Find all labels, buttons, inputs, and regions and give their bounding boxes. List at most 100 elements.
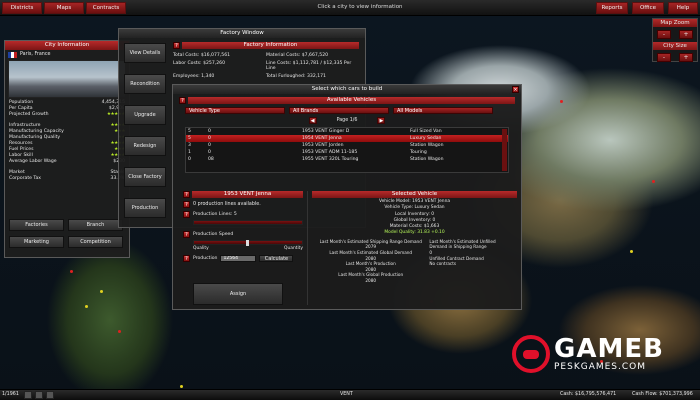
city-marker[interactable] (560, 100, 563, 103)
zoom-out-button[interactable]: - (657, 30, 671, 39)
close-icon[interactable]: × (512, 86, 519, 93)
quality-label: Quality (193, 246, 209, 251)
city-marker[interactable] (652, 180, 655, 183)
factory-info-title: Factory Information (182, 42, 359, 49)
vehicle-type-select[interactable]: Vehicle Type (185, 107, 285, 114)
labor-costs: Labor Costs: $257,260 (173, 61, 225, 66)
city-size-title: City Size (653, 42, 697, 50)
gamepad-logo-icon (512, 335, 550, 373)
zoom-in-button[interactable]: + (679, 30, 693, 39)
city-skyline-image (8, 60, 126, 98)
production-lines-label: Production Lines: 5 (193, 212, 237, 217)
watermark-brand: GAMEB (554, 334, 664, 364)
help-icon[interactable]: ? (183, 255, 190, 262)
contracts-button[interactable]: Contracts (86, 2, 126, 14)
company-name: VENT (340, 392, 353, 397)
city-marker[interactable] (100, 290, 103, 293)
recondition-button[interactable]: Recondition (124, 74, 166, 94)
branch-button[interactable]: Branch (68, 219, 123, 231)
speed-normal-icon[interactable] (35, 391, 43, 399)
help-icon[interactable]: ? (179, 97, 186, 104)
redesign-button[interactable]: Redesign (124, 136, 166, 156)
city-marker[interactable] (85, 305, 88, 308)
help-icon[interactable]: ? (183, 201, 190, 208)
slider-handle[interactable] (245, 240, 249, 246)
material-costs: Material Costs: $7,667,520 (266, 53, 329, 58)
maps-button[interactable]: Maps (44, 2, 84, 14)
model-quality: Model Quality: 31.83 +0.10 (384, 230, 445, 236)
speed-fast-icon[interactable] (46, 391, 54, 399)
factories-button[interactable]: Factories (9, 219, 64, 231)
total-costs: Total Costs: $16,077,561 (173, 53, 231, 58)
global-production-value: 2080 (365, 277, 377, 283)
production-section: ? 1953 VENT Jenna ? 0 production lines a… (183, 191, 303, 305)
production-speed-slider[interactable] (193, 240, 303, 246)
city-size-up-button[interactable]: + (679, 53, 693, 62)
table-row[interactable]: 1 0 1953 VENT ADM 11-185 Touring (186, 149, 508, 156)
watermark: GAMEB PESKGAMES.COM (512, 335, 664, 373)
table-row[interactable]: 3 0 1953 VENT Jorden Station Wagon (186, 142, 508, 149)
city-size-down-button[interactable]: - (657, 53, 671, 62)
competition-button[interactable]: Competition (68, 236, 123, 248)
line-costs: Line Costs: $1,112,781 / $12,335 Per Lin… (266, 61, 352, 71)
city-marker[interactable] (118, 330, 121, 333)
page-indicator: Page 1/6 (336, 118, 358, 123)
brand-select[interactable]: All Brands (289, 107, 389, 114)
assign-button[interactable]: Assign (193, 283, 283, 305)
districts-button[interactable]: Districts (2, 2, 42, 14)
model-select[interactable]: All Models (393, 107, 493, 114)
top-bar: Districts Maps Contracts Click a city to… (0, 0, 700, 16)
city-marker[interactable] (630, 250, 633, 253)
available-vehicles-title: Available Vehicles (188, 97, 515, 104)
cash-flow-display: Cash Flow: $701,373,996 (632, 392, 693, 397)
help-icon[interactable]: ? (183, 191, 190, 198)
select-cars-title: Select which cars to build × (173, 85, 521, 94)
help-icon[interactable]: ? (183, 211, 190, 218)
close-factory-button[interactable]: Close Factory (124, 167, 166, 187)
global-demand-label: Last Month's Estimated Global Demand (329, 249, 413, 255)
city-info-title: City Information (5, 41, 129, 50)
office-button[interactable]: Office (632, 2, 664, 14)
speed-pause-icon[interactable] (24, 391, 32, 399)
city-name: Paris, France (20, 52, 51, 57)
map-zoom-panel: Map Zoom - + City Size - + (652, 18, 698, 62)
reports-button[interactable]: Reports (596, 2, 628, 14)
flag-icon (8, 51, 17, 58)
production-lines-slider[interactable] (193, 220, 303, 225)
corporate-tax-row: Corporate Tax33.0% (9, 176, 125, 181)
city-marker[interactable] (180, 385, 183, 388)
production-lines-available: 0 production lines available. (193, 202, 261, 207)
view-details-button[interactable]: View Details (124, 43, 166, 63)
quantity-label: Quantity (284, 246, 303, 251)
prev-page-button[interactable]: ◀ (308, 117, 317, 124)
cash-display: Cash: $16,795,576,471 (560, 392, 617, 397)
table-scrollbar[interactable] (502, 129, 507, 171)
calculate-button[interactable]: Calculate (259, 255, 294, 262)
game-date: 1/1961 (2, 392, 19, 397)
unfilled-contract-value: No contracts (429, 261, 457, 267)
table-row-selected[interactable]: 5 0 1954 VENT Jenna Luxury Sedan (186, 135, 508, 142)
table-row[interactable]: 5 0 1953 VENT Ginger D Full Sized Van (186, 128, 508, 135)
city-info-panel: City Information Paris, France Populatio… (4, 40, 130, 258)
help-icon[interactable]: ? (183, 231, 190, 238)
total-furloughed: Total Furloughed: 332,171 (266, 74, 326, 79)
upgrade-button[interactable]: Upgrade (124, 105, 166, 125)
selected-model-title: 1953 VENT Jenna (192, 191, 303, 198)
production-button[interactable]: Production (124, 198, 166, 218)
factory-window-title: Factory Window (119, 29, 365, 38)
production-label: Production (193, 256, 218, 261)
help-icon[interactable]: ? (173, 42, 180, 49)
production-speed-label: Production Speed (193, 232, 234, 237)
help-button[interactable]: Help (668, 2, 698, 14)
production-input[interactable] (220, 255, 257, 262)
next-page-button[interactable]: ▶ (377, 117, 386, 124)
marketing-button[interactable]: Marketing (9, 236, 64, 248)
selected-vehicle-section: Selected Vehicle Vehicle Model: 1953 VEN… (307, 191, 517, 305)
map-zoom-title: Map Zoom (653, 19, 697, 27)
top-hint: Click a city to view information (317, 4, 403, 10)
vehicle-table: 5 0 1953 VENT Ginger D Full Sized Van 5 0 195… (185, 127, 509, 173)
game-screen: Districts Maps Contracts Click a city to… (0, 0, 700, 400)
employees: Employees: 1,340 (173, 74, 215, 79)
table-row[interactable]: 0 08 1955 VENT 320L Touring Station Wagon (186, 156, 508, 163)
city-marker[interactable] (70, 270, 73, 273)
